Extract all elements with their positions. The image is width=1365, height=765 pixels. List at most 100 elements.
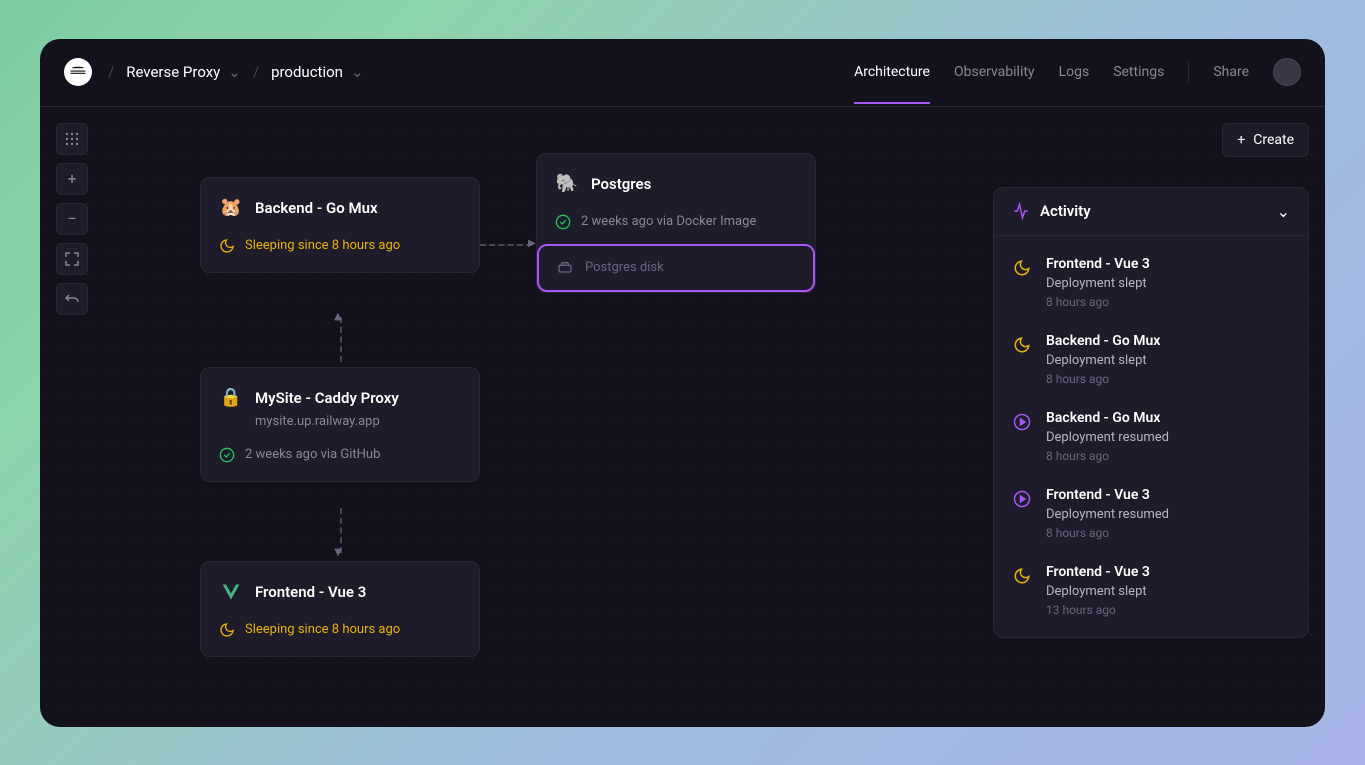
activity-list[interactable]: Frontend - Vue 3 Deployment slept 8 hours …: [994, 236, 1308, 637]
activity-header[interactable]: Activity ⌄: [994, 188, 1308, 236]
create-label: Create: [1253, 132, 1294, 148]
grid-icon: [65, 132, 79, 146]
arrow-head-icon: ▶: [528, 238, 536, 249]
node-header: 🐘 Postgres: [555, 172, 797, 196]
activity-item-time: 13 hours ago: [1046, 603, 1290, 617]
activity-item-title: Frontend - Vue 3: [1046, 564, 1290, 580]
node-header: Frontend - Vue 3: [219, 580, 461, 604]
moon-icon: [1012, 335, 1032, 355]
connection-arrow: [340, 317, 342, 362]
node-title: Postgres: [591, 175, 651, 193]
header: / Reverse Proxy ⌄ / production ⌄ Archite…: [40, 39, 1325, 107]
moon-icon: [219, 238, 235, 254]
node-title: MySite - Caddy Proxy: [255, 389, 399, 407]
grid-tool[interactable]: [56, 123, 88, 155]
activity-item-title: Frontend - Vue 3: [1046, 487, 1290, 503]
nav-observability[interactable]: Observability: [954, 40, 1035, 104]
activity-item-desc: Deployment resumed: [1046, 507, 1290, 522]
app-shell: / Reverse Proxy ⌄ / production ⌄ Archite…: [40, 39, 1325, 727]
undo-icon: [65, 292, 79, 306]
moon-icon: [219, 622, 235, 638]
nav-share[interactable]: Share: [1213, 40, 1249, 104]
chevron-down-icon: ⌄: [351, 63, 364, 81]
nav: Architecture Observability Logs Settings…: [854, 40, 1301, 104]
canvas[interactable]: + − + Create ▶ ▶ ▶ 🐹 Backend - Go Mux Sl…: [40, 107, 1325, 727]
chevron-down-icon: ⌄: [228, 63, 241, 81]
activity-title: Activity: [1040, 202, 1267, 220]
nav-logs[interactable]: Logs: [1059, 40, 1090, 104]
connection-arrow: [480, 244, 532, 246]
activity-item[interactable]: Backend - Go Mux Deployment resumed 8 hour…: [994, 398, 1308, 475]
zoom-out-tool[interactable]: −: [56, 203, 88, 235]
node-title: Backend - Go Mux: [255, 199, 378, 217]
plus-icon: +: [67, 169, 76, 188]
node-header: 🐹 Backend - Go Mux: [219, 196, 461, 220]
disk-label: Postgres disk: [585, 260, 664, 275]
postgres-icon: 🐘: [555, 172, 579, 196]
breadcrumb-project-label: Reverse Proxy: [126, 63, 220, 81]
activity-item[interactable]: Frontend - Vue 3 Deployment slept 8 hours …: [994, 244, 1308, 321]
nav-settings[interactable]: Settings: [1113, 40, 1164, 104]
activity-item-time: 8 hours ago: [1046, 526, 1290, 540]
activity-item-desc: Deployment slept: [1046, 584, 1290, 599]
node-status: 2 weeks ago via GitHub: [219, 447, 461, 463]
activity-item-title: Backend - Go Mux: [1046, 410, 1290, 426]
activity-item[interactable]: Frontend - Vue 3 Deployment slept 13 hours…: [994, 552, 1308, 629]
breadcrumb: / Reverse Proxy ⌄ / production ⌄: [108, 63, 364, 81]
nav-separator: [1188, 62, 1189, 82]
breadcrumb-env-label: production: [271, 63, 343, 81]
fullscreen-tool[interactable]: [56, 243, 88, 275]
node-title: Frontend - Vue 3: [255, 583, 366, 601]
moon-icon: [1012, 566, 1032, 586]
create-button[interactable]: + Create: [1222, 123, 1309, 157]
arrow-head-icon: ▶: [332, 312, 343, 320]
logo[interactable]: [64, 58, 92, 86]
activity-item-time: 8 hours ago: [1046, 372, 1290, 386]
service-node-backend[interactable]: 🐹 Backend - Go Mux Sleeping since 8 hour…: [200, 177, 480, 273]
activity-item-title: Frontend - Vue 3: [1046, 256, 1290, 272]
chevron-down-icon: ⌄: [1277, 202, 1290, 221]
nav-architecture[interactable]: Architecture: [854, 40, 930, 104]
activity-item-time: 8 hours ago: [1046, 449, 1290, 463]
activity-item-desc: Deployment resumed: [1046, 430, 1290, 445]
zoom-in-tool[interactable]: +: [56, 163, 88, 195]
node-status: Sleeping since 8 hours ago: [219, 622, 461, 638]
plus-icon: +: [1237, 132, 1245, 148]
check-circle-icon: [219, 447, 235, 463]
activity-item-time: 8 hours ago: [1046, 295, 1290, 309]
service-node-postgres[interactable]: 🐘 Postgres 2 weeks ago via Docker Image …: [536, 153, 816, 293]
node-status: Sleeping since 8 hours ago: [219, 238, 461, 254]
undo-tool[interactable]: [56, 283, 88, 315]
play-circle-icon: [1012, 489, 1032, 509]
railway-icon: [69, 63, 87, 81]
connection-arrow: [340, 508, 342, 553]
avatar[interactable]: [1273, 58, 1301, 86]
minus-icon: −: [67, 209, 76, 228]
activity-item-desc: Deployment slept: [1046, 353, 1290, 368]
status-text: 2 weeks ago via Docker Image: [581, 214, 756, 229]
service-node-caddy[interactable]: 🔒 MySite - Caddy Proxy mysite.up.railway…: [200, 367, 480, 482]
breadcrumb-separator: /: [108, 63, 114, 81]
status-text: Sleeping since 8 hours ago: [245, 238, 400, 253]
node-subtitle: mysite.up.railway.app: [255, 414, 461, 429]
activity-panel: Activity ⌄ Frontend - Vue 3 Deployment sl…: [993, 187, 1309, 638]
arrow-head-icon: ▶: [332, 548, 343, 556]
go-icon: 🐹: [219, 196, 243, 220]
toolbar: + −: [56, 123, 88, 315]
activity-item[interactable]: Frontend - Vue 3 Deployment resumed 8 hour…: [994, 475, 1308, 552]
node-status: 2 weeks ago via Docker Image: [555, 214, 797, 230]
activity-icon: [1012, 202, 1030, 220]
expand-icon: [65, 252, 79, 266]
activity-item-title: Backend - Go Mux: [1046, 333, 1290, 349]
breadcrumb-project[interactable]: Reverse Proxy ⌄: [126, 63, 241, 81]
breadcrumb-separator: /: [253, 63, 259, 81]
disk-icon: [557, 260, 573, 276]
vue-icon: [219, 580, 243, 604]
caddy-icon: 🔒: [219, 386, 243, 410]
activity-item-desc: Deployment slept: [1046, 276, 1290, 291]
breadcrumb-environment[interactable]: production ⌄: [271, 63, 363, 81]
status-text: Sleeping since 8 hours ago: [245, 622, 400, 637]
activity-item[interactable]: Backend - Go Mux Deployment slept 8 hours …: [994, 321, 1308, 398]
service-node-frontend[interactable]: Frontend - Vue 3 Sleeping since 8 hours …: [200, 561, 480, 657]
disk-volume[interactable]: Postgres disk: [537, 244, 815, 292]
